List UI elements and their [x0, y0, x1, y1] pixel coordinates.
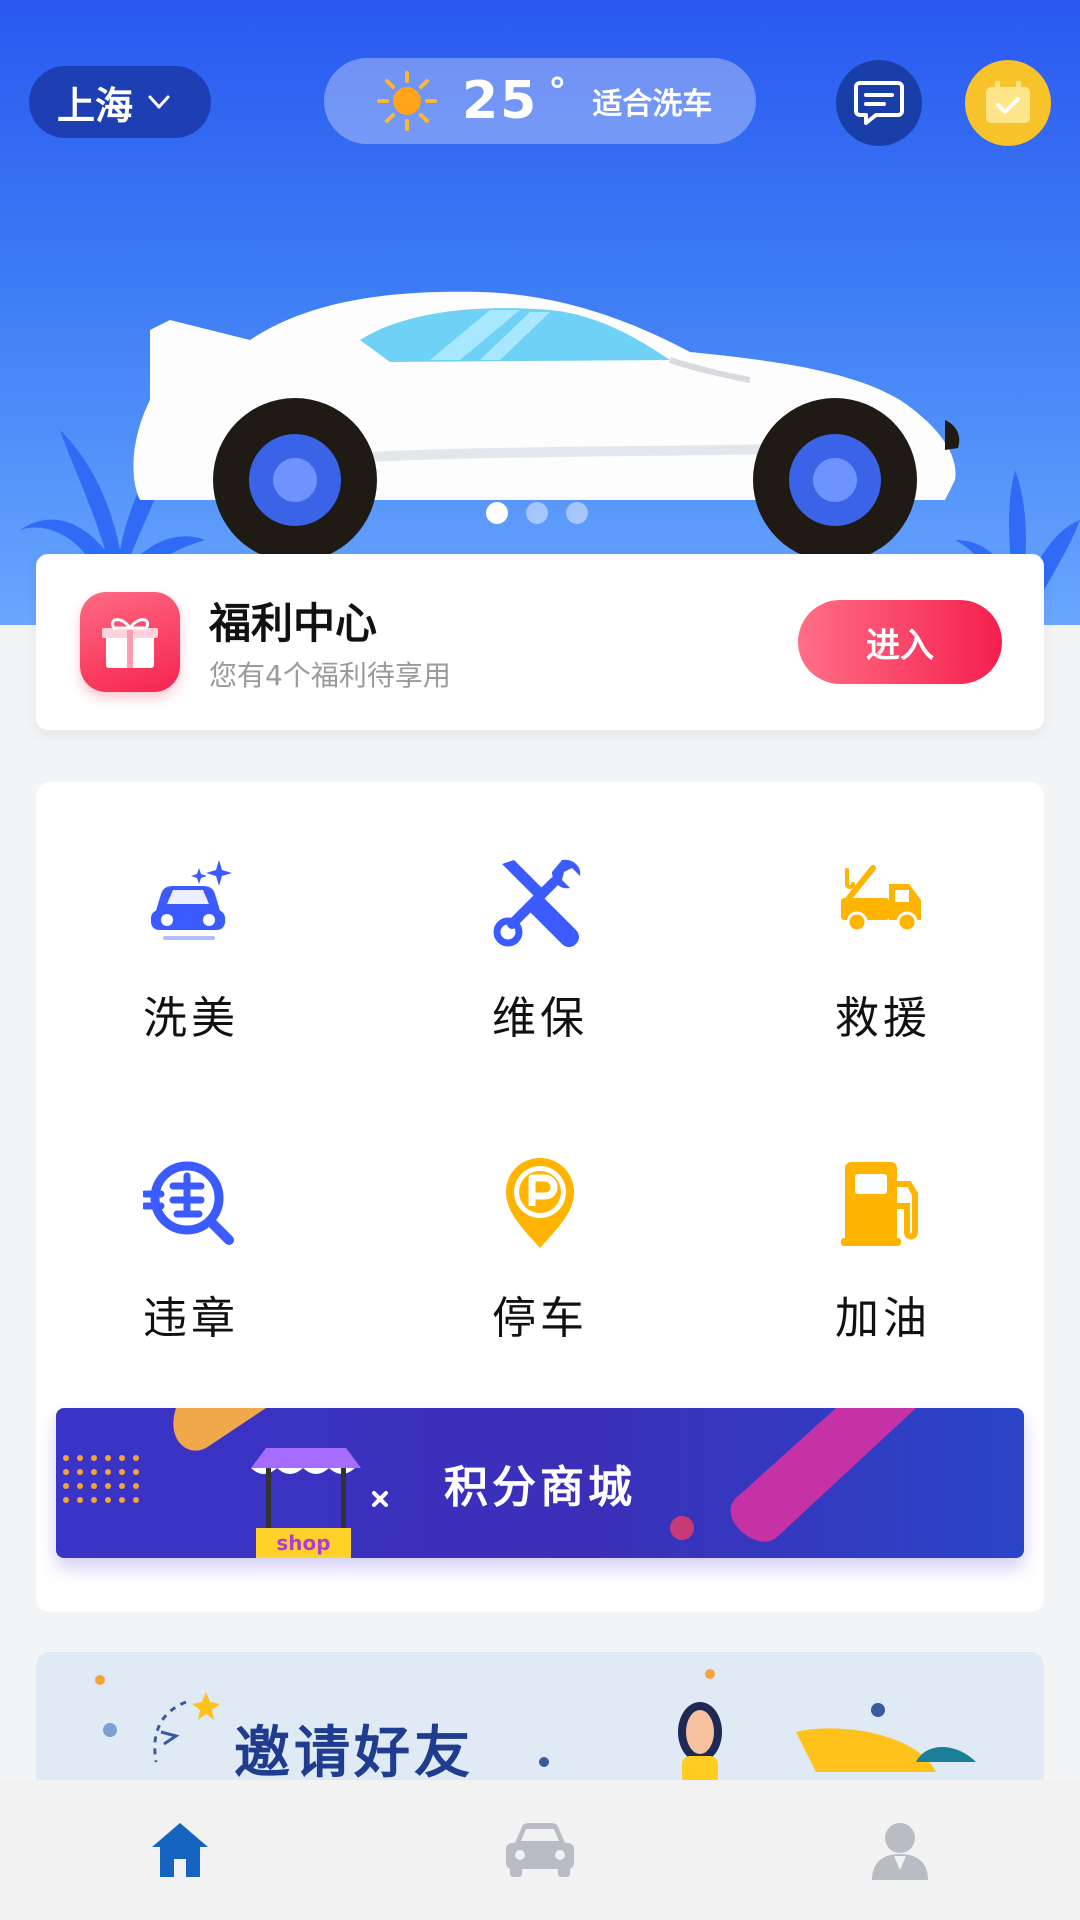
service-label: 维保	[492, 993, 588, 1044]
tab-car[interactable]	[360, 1780, 720, 1920]
service-fuel[interactable]: 加油	[773, 1152, 993, 1352]
service-rescue[interactable]: 救援	[773, 852, 993, 1052]
carousel-dot[interactable]	[526, 502, 548, 524]
carousel-dot[interactable]	[566, 502, 588, 524]
chevron-down-icon	[148, 95, 170, 109]
welfare-subtitle: 您有4个福利待享用	[209, 659, 451, 692]
points-mall-title: 积分商城	[444, 1462, 636, 1513]
welfare-title: 福利中心	[209, 599, 378, 648]
city-selector[interactable]: 上海	[29, 66, 211, 138]
weather-tip: 适合洗车	[592, 87, 713, 122]
carousel-dot[interactable]	[486, 502, 508, 524]
service-label: 洗美	[143, 993, 239, 1044]
calendar-check-icon	[986, 81, 1030, 123]
parking-pin-icon	[506, 1158, 574, 1248]
service-label: 停车	[492, 1293, 588, 1344]
service-car-wash[interactable]: 洗美	[81, 852, 301, 1052]
car-wash-icon	[151, 860, 232, 940]
enter-button[interactable]: 进入	[798, 600, 1002, 684]
temperature-value: 25 °	[462, 71, 569, 131]
violation-search-icon	[143, 1161, 234, 1245]
service-label: 加油	[835, 1293, 931, 1344]
bottom-tab-bar	[0, 1780, 1080, 1920]
hero-banner: 上海 25 ° 适合洗车	[0, 0, 1080, 625]
service-label: 救援	[835, 993, 931, 1044]
welfare-center-card[interactable]: 福利中心 您有4个福利待享用 进入	[36, 554, 1044, 730]
fuel-pump-icon	[841, 1162, 918, 1246]
tab-profile[interactable]	[720, 1780, 1080, 1920]
home-icon	[152, 1823, 208, 1877]
city-label: 上海	[57, 83, 134, 128]
invite-title: 邀请好友	[234, 1721, 474, 1786]
points-mall-banner[interactable]: shop 积分商城	[56, 1408, 1024, 1558]
wrench-screwdriver-icon	[493, 859, 581, 947]
tow-truck-icon	[841, 865, 921, 933]
services-card: 洗美 维保 救援 违章 停车 加油 shop 积分商城	[36, 782, 1044, 1612]
car-icon	[506, 1823, 574, 1877]
tab-home[interactable]	[0, 1780, 360, 1920]
sun-icon	[377, 71, 437, 131]
message-button[interactable]	[836, 60, 922, 146]
service-maintenance[interactable]: 维保	[430, 852, 650, 1052]
gift-icon	[80, 592, 180, 692]
user-icon	[872, 1823, 928, 1880]
service-label: 违章	[143, 1293, 239, 1344]
weather-widget[interactable]: 25 ° 适合洗车	[324, 58, 756, 144]
message-icon	[854, 81, 904, 125]
checkin-button[interactable]	[965, 60, 1051, 146]
service-violation[interactable]: 违章	[81, 1152, 301, 1352]
carousel-indicator	[486, 502, 588, 524]
service-parking[interactable]: 停车	[430, 1152, 650, 1352]
